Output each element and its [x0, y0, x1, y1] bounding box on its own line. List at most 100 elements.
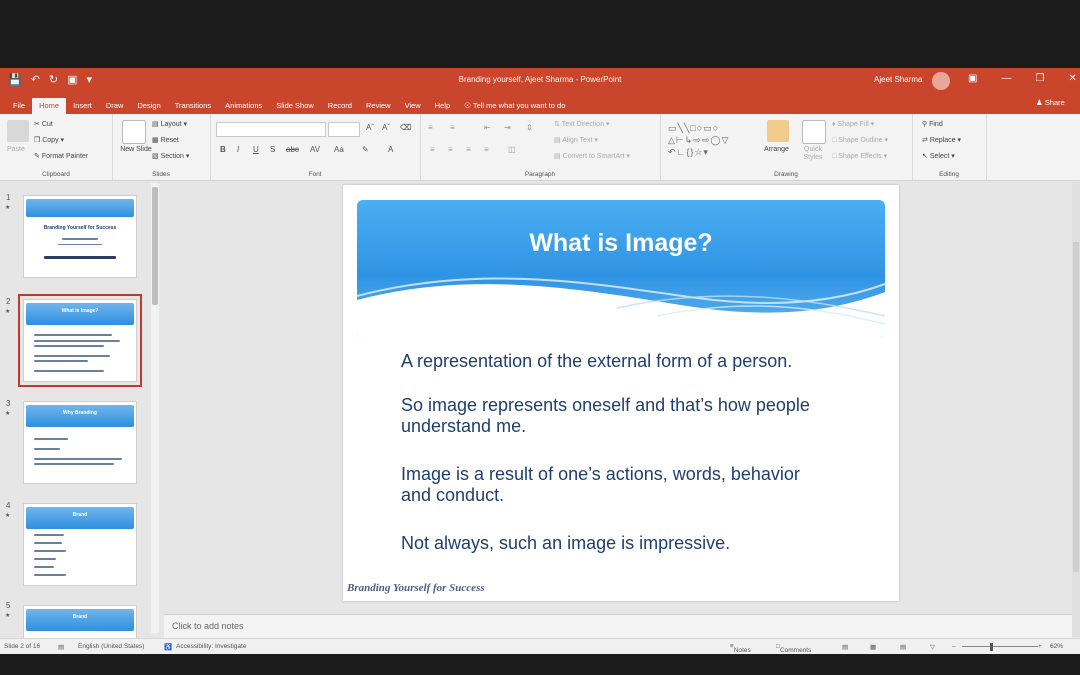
font-color-icon[interactable]: A: [388, 145, 393, 154]
change-case-icon[interactable]: Aa: [334, 145, 344, 154]
replace-button[interactable]: ⇄ Replace ▾: [922, 136, 961, 144]
normal-view-icon[interactable]: ▤: [842, 643, 848, 651]
italic-icon[interactable]: I: [237, 145, 239, 154]
tab-record[interactable]: Record: [321, 98, 359, 114]
tab-animations[interactable]: Animations: [218, 98, 269, 114]
align-text-button[interactable]: ▤ Align Text ▾: [554, 136, 598, 144]
zoom-slider[interactable]: [962, 646, 1038, 647]
restore-icon[interactable]: ❐: [1035, 73, 1044, 84]
slide-thumbnail-3[interactable]: Why Branding: [23, 401, 137, 484]
convert-smartart-button[interactable]: ▤ Convert to SmartArt ▾: [554, 152, 630, 160]
align-center-icon[interactable]: ≡: [448, 145, 453, 154]
align-left-icon[interactable]: ≡: [430, 145, 435, 154]
tab-home[interactable]: Home: [32, 98, 67, 114]
strikethrough-icon[interactable]: abc: [286, 145, 299, 154]
layout-button[interactable]: ▤ Layout ▾: [152, 120, 187, 128]
justify-icon[interactable]: ≡: [484, 145, 489, 154]
ribbon-display-options-icon[interactable]: ▣: [968, 73, 977, 84]
tab-help[interactable]: Help: [428, 98, 457, 114]
increase-indent-icon[interactable]: ⇥: [504, 123, 511, 132]
zoom-out-icon[interactable]: –: [952, 643, 956, 650]
decrease-indent-icon[interactable]: ⇤: [484, 123, 491, 132]
thumbnail-scrollbar[interactable]: [151, 183, 159, 633]
bullet-text[interactable]: A representation of the external form of…: [401, 351, 821, 372]
underline-icon[interactable]: U: [253, 145, 259, 154]
tab-file[interactable]: File: [6, 98, 32, 114]
tab-design[interactable]: Design: [130, 98, 167, 114]
highlight-icon[interactable]: ✎: [362, 145, 369, 154]
arrange-icon[interactable]: [767, 120, 789, 142]
bullet-text[interactable]: So image represents oneself and that’s h…: [401, 395, 821, 437]
bullet-text[interactable]: Image is a result of one’s actions, word…: [401, 464, 821, 506]
slide-thumbnail-5[interactable]: Brand: [23, 605, 137, 641]
shadow-icon[interactable]: S: [270, 145, 275, 154]
scrollbar-thumb[interactable]: [1073, 242, 1079, 572]
slide-sorter-icon[interactable]: ▦: [870, 643, 876, 651]
minimize-icon[interactable]: —: [1001, 73, 1011, 84]
tab-view[interactable]: View: [398, 98, 428, 114]
paste-button[interactable]: Paste: [7, 146, 25, 153]
slide-thumbnail-4[interactable]: Brand: [23, 503, 137, 586]
format-painter-button[interactable]: ✎ Format Painter: [34, 152, 88, 160]
section-button[interactable]: ▧ Section ▾: [152, 152, 189, 160]
shapes-gallery[interactable]: ▭╲╲□○▭○ △⊢↳⇨⇨◯▽ ↶∟{}☆▾: [668, 122, 760, 158]
select-button[interactable]: ↖ Select ▾: [922, 152, 955, 160]
quick-styles-button[interactable]: Quick Styles: [797, 146, 829, 162]
arrange-button[interactable]: Arrange: [764, 146, 789, 153]
shape-effects-button[interactable]: □ Shape Effects ▾: [832, 152, 887, 160]
scrollbar-thumb[interactable]: [152, 187, 158, 305]
bullets-icon[interactable]: ≡: [428, 123, 433, 132]
reset-button[interactable]: ▦ Reset: [152, 136, 179, 144]
find-button[interactable]: ⚲ Find: [922, 120, 943, 128]
zoom-level[interactable]: 62%: [1050, 643, 1063, 650]
tell-me-search[interactable]: ☉ Tell me what you want to do: [457, 98, 572, 114]
copy-button[interactable]: ❐ Copy ▾: [34, 136, 64, 144]
language-indicator[interactable]: English (United States): [78, 643, 144, 650]
tab-review[interactable]: Review: [359, 98, 398, 114]
slide-title[interactable]: What is Image?: [357, 229, 885, 258]
bullet-text[interactable]: Not always, such an image is impressive.: [401, 533, 821, 554]
slide-thumbnail-2[interactable]: What is Image?: [18, 294, 142, 387]
tab-transitions[interactable]: Transitions: [168, 98, 218, 114]
line-spacing-icon[interactable]: ⇕: [526, 123, 533, 132]
comments-toggle[interactable]: □ Comments: [776, 643, 811, 654]
new-slide-icon[interactable]: [122, 120, 146, 144]
spelling-icon[interactable]: ▤: [58, 643, 64, 651]
close-icon[interactable]: ✕: [1068, 73, 1076, 84]
bold-icon[interactable]: B: [220, 145, 226, 154]
tab-insert[interactable]: Insert: [66, 98, 99, 114]
zoom-slider-thumb[interactable]: [990, 643, 993, 651]
text-direction-button[interactable]: ⇅ Text Direction ▾: [554, 120, 610, 128]
clear-formatting-icon[interactable]: ⌫: [400, 123, 411, 132]
shape-fill-button[interactable]: ♦ Shape Fill ▾: [832, 120, 874, 128]
decrease-font-size-icon[interactable]: Aˇ: [382, 123, 390, 132]
slideshow-icon[interactable]: ▽: [930, 643, 935, 651]
notes-toggle[interactable]: ≡ Notes: [730, 643, 751, 654]
font-name-combo[interactable]: [216, 122, 326, 137]
zoom-in-icon[interactable]: +: [1038, 643, 1042, 650]
accessibility-status[interactable]: Accessibility: Investigate: [176, 643, 246, 650]
reading-view-icon[interactable]: ▤: [900, 643, 906, 651]
slide-scrollbar[interactable]: [1072, 182, 1080, 637]
numbering-icon[interactable]: ≡: [450, 123, 455, 132]
shape-outline-button[interactable]: □ Shape Outline ▾: [832, 136, 888, 144]
new-slide-button[interactable]: New Slide: [118, 146, 154, 154]
user-name[interactable]: Ajeet Sharma: [874, 75, 922, 84]
align-right-icon[interactable]: ≡: [466, 145, 471, 154]
layout-label: Layout: [160, 121, 182, 128]
slide-thumbnail-1[interactable]: Branding Yourself for Success: [23, 195, 137, 278]
notes-pane[interactable]: Click to add notes: [164, 614, 1072, 639]
share-button[interactable]: ♟ Share: [1036, 98, 1065, 107]
font-size-combo[interactable]: [328, 122, 360, 137]
increase-font-size-icon[interactable]: Aˆ: [366, 123, 374, 132]
columns-icon[interactable]: ◫: [508, 145, 516, 154]
quick-styles-icon[interactable]: [802, 120, 826, 144]
paste-icon[interactable]: [7, 120, 29, 142]
tab-slide-show[interactable]: Slide Show: [269, 98, 321, 114]
tab-draw[interactable]: Draw: [99, 98, 131, 114]
cut-button[interactable]: ✂ Cut: [34, 120, 53, 128]
accessibility-icon[interactable]: ♿: [164, 643, 172, 651]
slide-canvas[interactable]: What is Image? A representation of the e…: [343, 185, 899, 601]
character-spacing-icon[interactable]: AV: [310, 145, 320, 154]
avatar[interactable]: [932, 72, 950, 90]
